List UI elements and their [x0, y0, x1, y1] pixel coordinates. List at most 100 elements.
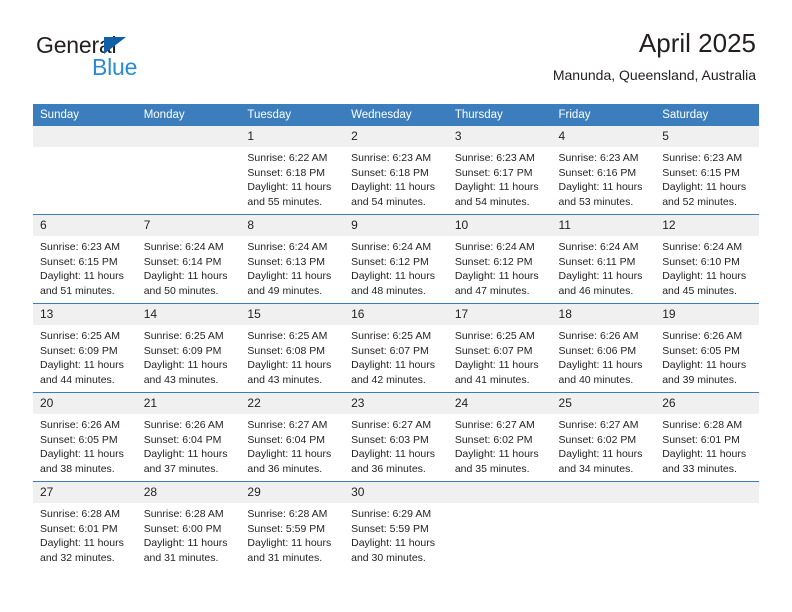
calendar-day-cell[interactable]: 23 Sunrise: 6:27 AM Sunset: 6:03 PM Dayligh… — [344, 392, 448, 482]
calendar-day-cell[interactable]: 29 Sunrise: 6:28 AM Sunset: 5:59 PM Dayligh… — [240, 481, 345, 570]
weekday-header-saturday: Saturday — [655, 104, 759, 126]
day-sun-info: Sunrise: 6:27 AM Sunset: 6:04 PM Daylight:… — [240, 414, 344, 476]
daylight-duration-line1: Daylight: 11 hours — [558, 448, 643, 461]
calendar-header-row: Sunday Monday Tuesday Wednesday Thursday… — [33, 104, 759, 126]
day-sun-info: Sunrise: 6:22 AM Sunset: 6:18 PM Daylight:… — [240, 147, 344, 209]
calendar-day-cell[interactable]: 25 Sunrise: 6:27 AM Sunset: 6:02 PM Dayligh… — [551, 392, 656, 482]
day-number: 1 — [240, 126, 345, 147]
calendar-day-cell[interactable]: 9 Sunrise: 6:24 AM Sunset: 6:12 PM Daylight… — [344, 214, 448, 304]
daylight-duration-line2: and 48 minutes. — [351, 284, 426, 297]
sunrise-time: Sunrise: 6:23 AM — [351, 152, 432, 164]
calendar-day-cell[interactable]: 21 Sunrise: 6:26 AM Sunset: 6:04 PM Dayligh… — [136, 392, 241, 482]
sunset-time: Sunset: 6:09 PM — [143, 344, 222, 357]
day-sun-info: Sunrise: 6:27 AM Sunset: 6:02 PM Daylight:… — [552, 414, 656, 476]
sunrise-time: Sunrise: 6:24 AM — [247, 241, 328, 253]
calendar-day-cell[interactable]: 26 Sunrise: 6:28 AM Sunset: 6:01 PM Dayligh… — [655, 392, 759, 482]
calendar-day-cell[interactable]: 12 Sunrise: 6:24 AM Sunset: 6:10 PM Dayligh… — [655, 214, 759, 304]
day-sun-info: Sunrise: 6:27 AM Sunset: 6:03 PM Daylight:… — [344, 414, 448, 476]
sunrise-time: Sunrise: 6:25 AM — [247, 330, 328, 342]
calendar-day-cell[interactable]: 30 Sunrise: 6:29 AM Sunset: 5:59 PM Dayligh… — [344, 481, 448, 570]
daylight-duration-line1: Daylight: 11 hours — [351, 181, 435, 194]
day-sun-info: Sunrise: 6:25 AM Sunset: 6:09 PM Daylight:… — [137, 325, 241, 387]
daylight-duration-line2: and 55 minutes. — [247, 195, 323, 208]
day-number: 26 — [655, 393, 759, 414]
calendar-day-cell[interactable]: 20 Sunrise: 6:26 AM Sunset: 6:05 PM Dayligh… — [33, 392, 137, 482]
calendar-day-cell[interactable]: 16 Sunrise: 6:25 AM Sunset: 6:07 PM Dayligh… — [344, 303, 448, 393]
sunset-time: Sunset: 6:18 PM — [247, 166, 326, 179]
sunset-time: Sunset: 6:06 PM — [558, 344, 637, 357]
daylight-duration-line2: and 45 minutes. — [662, 284, 737, 297]
calendar-day-cell[interactable]: 15 Sunrise: 6:25 AM Sunset: 6:08 PM Dayligh… — [240, 303, 345, 393]
sunset-time: Sunset: 6:16 PM — [558, 166, 637, 179]
sunset-time: Sunset: 6:12 PM — [454, 255, 533, 268]
calendar-day-cell[interactable]: 2 Sunrise: 6:23 AM Sunset: 6:18 PM Daylight… — [344, 126, 448, 215]
day-sun-info: Sunrise: 6:24 AM Sunset: 6:11 PM Daylight:… — [552, 236, 656, 298]
calendar-day-cell[interactable]: 11 Sunrise: 6:24 AM Sunset: 6:11 PM Dayligh… — [551, 214, 656, 304]
calendar-week-row: 13 Sunrise: 6:25 AM Sunset: 6:09 PM Dayligh… — [33, 303, 759, 393]
sunrise-time: Sunrise: 6:28 AM — [662, 419, 743, 431]
calendar-day-cell[interactable]: 17 Sunrise: 6:25 AM Sunset: 6:07 PM Dayligh… — [447, 303, 552, 393]
calendar-day-cell[interactable]: 28 Sunrise: 6:28 AM Sunset: 6:00 PM Dayligh… — [136, 481, 241, 570]
daylight-duration-line1: Daylight: 11 hours — [143, 448, 228, 461]
day-number: 20 — [33, 393, 137, 414]
sunrise-time: Sunrise: 6:28 AM — [40, 508, 120, 520]
calendar-day-cell[interactable]: 27 Sunrise: 6:28 AM Sunset: 6:01 PM Dayligh… — [33, 481, 137, 570]
daylight-duration-line1: Daylight: 11 hours — [40, 270, 124, 283]
calendar-day-cell[interactable]: 24 Sunrise: 6:27 AM Sunset: 6:02 PM Dayligh… — [447, 392, 552, 482]
daylight-duration-line2: and 32 minutes. — [40, 551, 115, 564]
day-number: 5 — [655, 126, 759, 147]
daylight-duration-line1: Daylight: 11 hours — [247, 270, 332, 283]
daylight-duration-line2: and 37 minutes. — [143, 462, 219, 475]
daylight-duration-line2: and 50 minutes. — [143, 284, 219, 297]
day-sun-info: Sunrise: 6:26 AM Sunset: 6:05 PM Daylight:… — [33, 414, 137, 476]
daylight-duration-line2: and 40 minutes. — [558, 373, 634, 386]
calendar-day-cell-empty — [136, 126, 241, 215]
calendar-day-cell[interactable]: 19 Sunrise: 6:26 AM Sunset: 6:05 PM Dayligh… — [655, 303, 759, 393]
day-number: 29 — [240, 482, 345, 503]
general-blue-logo[interactable]: General Blue — [36, 32, 216, 84]
sunset-time: Sunset: 6:07 PM — [351, 344, 429, 357]
daylight-duration-line1: Daylight: 11 hours — [662, 448, 747, 461]
day-sun-info: Sunrise: 6:25 AM Sunset: 6:08 PM Daylight:… — [240, 325, 344, 387]
calendar-week-row: 6 Sunrise: 6:23 AM Sunset: 6:15 PM Daylight… — [33, 214, 759, 304]
sunrise-time: Sunrise: 6:24 AM — [143, 241, 224, 253]
calendar-day-cell[interactable]: 1 Sunrise: 6:22 AM Sunset: 6:18 PM Daylight… — [240, 126, 345, 215]
sunrise-time: Sunrise: 6:28 AM — [247, 508, 328, 520]
sunset-time: Sunset: 6:14 PM — [143, 255, 222, 268]
sunrise-time: Sunrise: 6:22 AM — [247, 152, 328, 164]
calendar-day-cell[interactable]: 18 Sunrise: 6:26 AM Sunset: 6:06 PM Dayligh… — [551, 303, 656, 393]
calendar-day-cell[interactable]: 6 Sunrise: 6:23 AM Sunset: 6:15 PM Daylight… — [33, 214, 137, 304]
sunset-time: Sunset: 6:09 PM — [40, 344, 118, 357]
sunset-time: Sunset: 6:00 PM — [143, 522, 222, 535]
calendar-day-cell[interactable]: 8 Sunrise: 6:24 AM Sunset: 6:13 PM Daylight… — [240, 214, 345, 304]
daylight-duration-line1: Daylight: 11 hours — [40, 448, 124, 461]
daylight-duration-line1: Daylight: 11 hours — [662, 270, 747, 283]
calendar-day-cell[interactable]: 13 Sunrise: 6:25 AM Sunset: 6:09 PM Dayligh… — [33, 303, 137, 393]
logo-text-blue: Blue — [92, 54, 138, 80]
daylight-duration-line1: Daylight: 11 hours — [558, 270, 643, 283]
calendar-day-cell[interactable]: 14 Sunrise: 6:25 AM Sunset: 6:09 PM Dayligh… — [136, 303, 241, 393]
day-number — [33, 126, 137, 147]
calendar-day-cell[interactable]: 5 Sunrise: 6:23 AM Sunset: 6:15 PM Daylight… — [655, 126, 759, 215]
sunrise-time: Sunrise: 6:27 AM — [351, 419, 432, 431]
day-number — [655, 482, 759, 503]
day-number: 27 — [33, 482, 137, 503]
calendar-day-cell[interactable]: 22 Sunrise: 6:27 AM Sunset: 6:04 PM Dayligh… — [240, 392, 345, 482]
daylight-duration-line1: Daylight: 11 hours — [143, 270, 228, 283]
calendar-day-cell[interactable]: 3 Sunrise: 6:23 AM Sunset: 6:17 PM Daylight… — [447, 126, 552, 215]
sunrise-time: Sunrise: 6:25 AM — [143, 330, 224, 342]
daylight-duration-line2: and 36 minutes. — [351, 462, 426, 475]
sunrise-time: Sunrise: 6:27 AM — [558, 419, 639, 431]
calendar-day-cell[interactable]: 7 Sunrise: 6:24 AM Sunset: 6:14 PM Daylight… — [136, 214, 241, 304]
sunrise-time: Sunrise: 6:24 AM — [454, 241, 535, 253]
calendar-day-cell[interactable]: 10 Sunrise: 6:24 AM Sunset: 6:12 PM Dayligh… — [447, 214, 552, 304]
calendar-day-cell[interactable]: 4 Sunrise: 6:23 AM Sunset: 6:16 PM Daylight… — [551, 126, 656, 215]
calendar-page: General Blue April 2025 Manunda, Queensl… — [0, 0, 792, 612]
sunrise-time: Sunrise: 6:23 AM — [454, 152, 535, 164]
daylight-duration-line1: Daylight: 11 hours — [247, 181, 332, 194]
day-number: 16 — [344, 304, 448, 325]
daylight-duration-line1: Daylight: 11 hours — [558, 359, 643, 372]
sunrise-time: Sunrise: 6:25 AM — [40, 330, 120, 342]
weekday-header-friday: Friday — [551, 104, 656, 126]
daylight-duration-line2: and 39 minutes. — [662, 373, 737, 386]
